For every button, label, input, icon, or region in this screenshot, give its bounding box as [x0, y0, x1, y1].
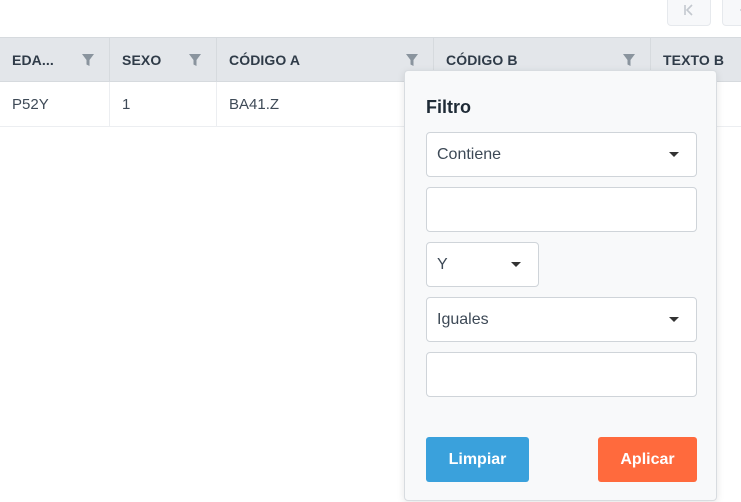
column-header-label: CÓDIGO A [229, 51, 301, 68]
column-header-codigo-a[interactable]: CÓDIGO A [217, 38, 434, 81]
filter-icon[interactable] [80, 52, 96, 68]
filter-icon[interactable] [621, 52, 637, 68]
table-cell: P52Y [0, 82, 110, 126]
filter-value-input-2[interactable] [426, 352, 697, 397]
filter-logic-value: Y [437, 255, 448, 273]
table-cell: BA41.Z [217, 82, 434, 126]
previous-page-button[interactable] [722, 0, 741, 26]
column-header-label: CÓDIGO B [446, 51, 518, 68]
filter-logic-select[interactable]: Y [426, 242, 539, 287]
filter-popup-title: Filtro [426, 97, 471, 117]
filter-icon[interactable] [404, 52, 420, 68]
filter-icon[interactable] [187, 52, 203, 68]
app-root: EDA... SEXO CÓDIGO A CÓDIGO B TEXTO B P5… [0, 0, 741, 502]
clear-filter-button[interactable]: Limpiar [426, 437, 529, 482]
filter-value-input-1[interactable] [426, 187, 697, 232]
column-header-label: TEXTO B [663, 51, 725, 68]
table-cell: 1 [110, 82, 217, 126]
column-header-sexo[interactable]: SEXO [110, 38, 217, 81]
filter-operator-value-1: Contiene [437, 145, 502, 163]
previous-page-icon [739, 8, 741, 12]
apply-filter-button[interactable]: Aplicar [598, 437, 697, 482]
chevron-down-icon [669, 151, 679, 157]
chevron-down-icon [669, 316, 679, 322]
filter-operator-select-1[interactable]: Contiene [426, 132, 697, 177]
filter-operator-select-2[interactable]: Iguales [426, 297, 697, 342]
first-page-icon [684, 4, 693, 16]
filter-popup: Filtro Contiene Y Iguales Limpiar Aplica… [404, 70, 717, 501]
chevron-down-icon [511, 261, 521, 267]
first-page-button[interactable] [667, 0, 711, 26]
column-header-edad[interactable]: EDA... [0, 38, 110, 81]
filter-operator-value-2: Iguales [437, 310, 489, 328]
